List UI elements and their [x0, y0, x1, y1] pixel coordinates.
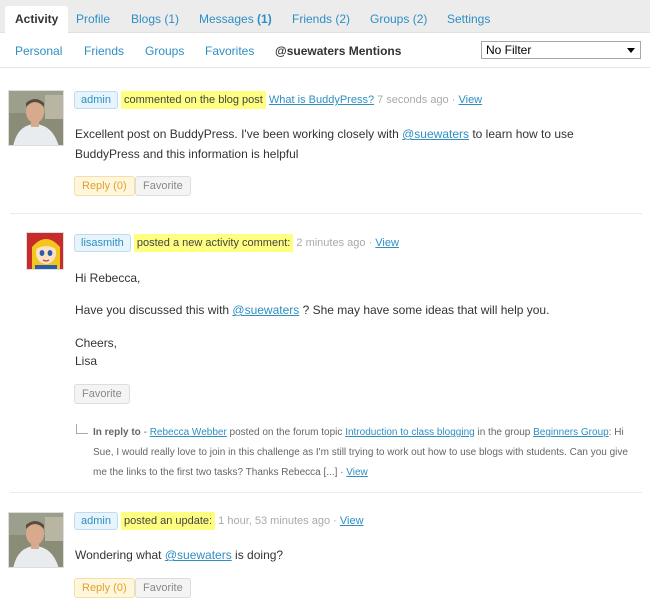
activity-1-action: commented on the blog post — [121, 91, 266, 109]
activity-2-separator: · — [368, 237, 373, 249]
tab-blogs-label: Blogs — [131, 12, 162, 26]
activity-1-favorite-button[interactable]: Favorite — [135, 176, 191, 196]
in-reply-group-link[interactable]: Beginners Group — [533, 427, 609, 438]
tab-friends[interactable]: Friends (2) — [282, 6, 360, 33]
activity-1-view-link[interactable]: View — [458, 94, 482, 106]
activity-3-action: posted an update: — [121, 512, 216, 530]
activity-2-greeting: Hi Rebecca, — [75, 271, 141, 285]
activity-3-mention-link[interactable]: @suewaters — [165, 548, 232, 562]
in-reply-text-2: in the group — [474, 427, 534, 438]
activity-2-user-link[interactable]: lisasmith — [74, 234, 131, 252]
tab-settings[interactable]: Settings — [437, 6, 500, 33]
activity-3-text-after: is doing? — [231, 548, 284, 562]
admin-photo — [9, 513, 63, 567]
activity-3-content: Wondering what @suewaters is doing? — [75, 545, 640, 565]
activity-3-user-link[interactable]: admin — [74, 512, 118, 530]
in-reply-to-label: In reply to — [93, 427, 141, 438]
activity-3-meta: admin posted an update: 1 hour, 53 minut… — [74, 512, 364, 532]
in-reply-to-block: In reply to - Rebecca Webber posted on t… — [93, 423, 638, 483]
avatar-admin[interactable] — [8, 90, 64, 146]
tab-messages[interactable]: Messages (1) — [189, 6, 282, 33]
tab-friends-label: Friends — [292, 12, 333, 26]
activity-3-text-before: Wondering what — [75, 548, 165, 562]
tab-activity[interactable]: Activity — [5, 6, 69, 34]
activity-3-reply-button[interactable]: Reply (0) — [74, 578, 135, 598]
activity-3-view-link[interactable]: View — [340, 515, 364, 527]
tab-messages-label: Messages — [199, 12, 254, 26]
in-reply-separator: · — [340, 467, 344, 478]
sub-nav-favorites[interactable]: Favorites — [205, 44, 254, 58]
activity-1-user-link[interactable]: admin — [74, 91, 118, 109]
lisasmith-cartoon-avatar — [27, 233, 63, 269]
avatar-admin[interactable] — [8, 512, 64, 568]
activity-2-view-link[interactable]: View — [375, 237, 399, 249]
sub-nav-groups[interactable]: Groups — [145, 44, 184, 58]
tab-blogs-count: (1) — [164, 12, 180, 26]
activity-1-time: 7 seconds ago — [377, 94, 449, 106]
activity-2-mention-link[interactable]: @suewaters — [232, 303, 299, 317]
in-reply-view-link[interactable]: View — [346, 467, 368, 478]
activity-1-mention-link[interactable]: @suewaters — [402, 127, 469, 141]
activity-divider — [10, 213, 642, 214]
admin-photo — [9, 91, 63, 145]
activity-3-time: 1 hour, 53 minutes ago — [218, 515, 331, 527]
tab-blogs[interactable]: Blogs (1) — [121, 6, 189, 33]
tab-profile[interactable]: Profile — [66, 6, 120, 33]
activity-1-separator: · — [451, 94, 456, 106]
activity-3-separator: · — [333, 515, 337, 527]
filter-selected-value: No Filter — [486, 43, 532, 57]
activity-1-meta: admin commented on the blog post What is… — [74, 91, 482, 111]
tab-groups[interactable]: Groups (2) — [360, 6, 437, 33]
in-reply-author-link[interactable]: Rebecca Webber — [150, 427, 227, 438]
activity-2-content: Have you discussed this with @suewaters … — [75, 300, 640, 320]
activity-2-signature: Lisa — [75, 354, 98, 368]
primary-tab-bar: Activity Profile Blogs (1) Messages (1) … — [0, 0, 650, 34]
avatar-lisasmith[interactable] — [26, 232, 64, 270]
tab-messages-count: (1) — [257, 12, 272, 26]
in-reply-to-dash: - — [140, 427, 150, 438]
activity-2-action: posted a new activity comment: — [133, 234, 294, 252]
activity-divider — [10, 492, 642, 493]
tab-friends-count: (2) — [335, 12, 351, 26]
activity-2-text-before: Have you discussed this with — [75, 303, 233, 317]
tab-groups-label: Groups — [370, 12, 410, 26]
sub-nav-personal[interactable]: Personal — [15, 44, 62, 58]
activity-2-meta: lisasmith posted a new activity comment:… — [74, 234, 399, 254]
activity-1-reply-button[interactable]: Reply (0) — [74, 176, 135, 196]
sub-nav-mentions[interactable]: @suewaters Mentions — [275, 44, 401, 58]
reply-arrow-icon — [76, 424, 88, 434]
activity-2-text-after: ? She may have some ideas that will help… — [299, 303, 550, 317]
activity-2-time: 2 minutes ago — [296, 237, 366, 249]
activity-3-favorite-button[interactable]: Favorite — [135, 578, 191, 598]
activity-1-target-link[interactable]: What is BuddyPress? — [269, 94, 374, 106]
sub-nav-friends[interactable]: Friends — [84, 44, 124, 58]
activity-1-content: Excellent post on BuddyPress. I've been … — [75, 124, 640, 164]
activity-2-favorite-button[interactable]: Favorite — [74, 384, 130, 404]
chevron-down-icon — [627, 48, 635, 53]
in-reply-topic-link[interactable]: Introduction to class blogging — [345, 427, 475, 438]
in-reply-text-1: posted on the forum topic — [226, 427, 346, 438]
activity-1-text-before: Excellent post on BuddyPress. I've been … — [75, 127, 403, 141]
activity-filter-select[interactable]: No Filter — [481, 41, 641, 59]
tab-groups-count: (2) — [412, 12, 428, 26]
activity-2-signoff: Cheers, — [75, 336, 118, 350]
